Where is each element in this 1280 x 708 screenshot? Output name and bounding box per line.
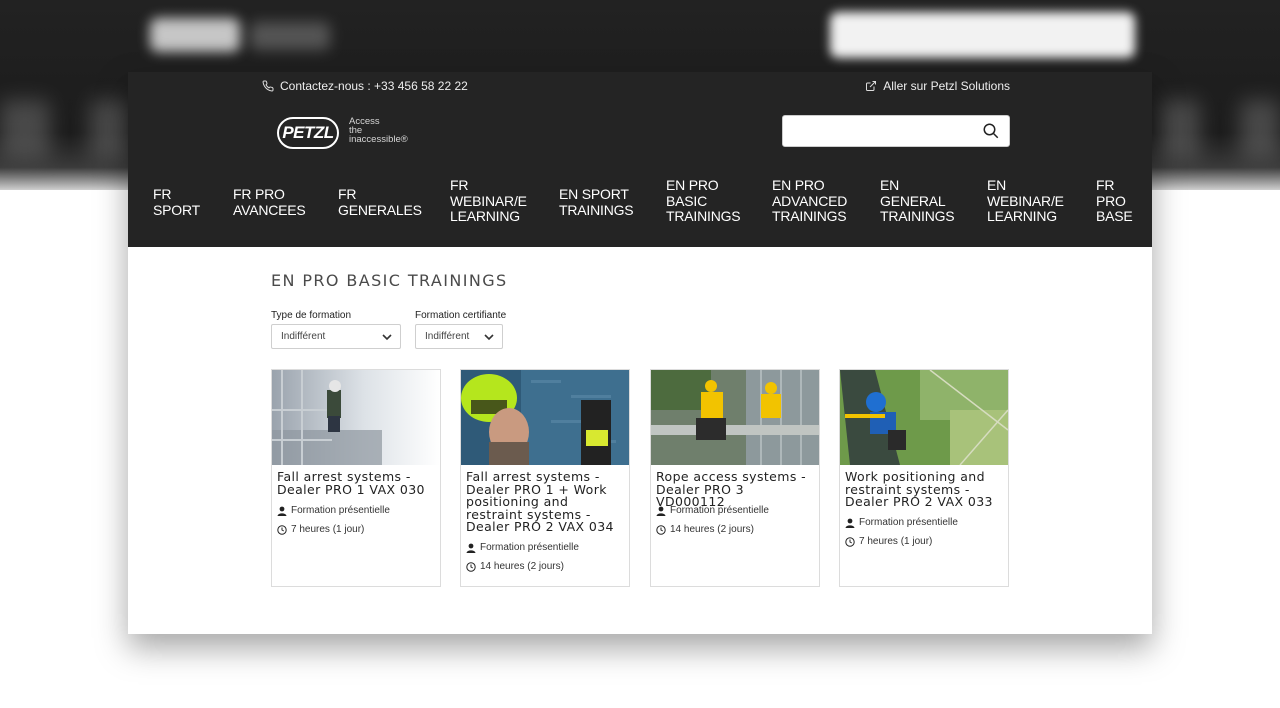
browser-panel: Contactez-nous : +33 456 58 22 22 Aller … (128, 72, 1152, 634)
training-card[interactable]: Fall arrest systems - Dealer PRO 1 + Wor… (460, 369, 630, 587)
card-duration: 7 heures (1 jour) (845, 536, 932, 547)
card-title[interactable]: Fall arrest systems - Dealer PRO 1 VAX 0… (277, 470, 437, 496)
nav-fr-pro-base[interactable]: FR PRO BASE (1096, 177, 1133, 225)
clock-icon (277, 524, 287, 535)
card-duration-text: 7 heures (1 jour) (859, 536, 933, 547)
chevron-down-icon (484, 334, 494, 341)
type-formation-select[interactable]: Indifférent (271, 324, 401, 349)
type-formation-value: Indifférent (281, 331, 326, 342)
card-duration-text: 7 heures (1 jour) (291, 524, 365, 535)
card-image[interactable] (461, 370, 629, 465)
card-duration-text: 14 heures (2 jours) (670, 524, 754, 535)
card-type: Formation présentielle (845, 517, 958, 528)
person-icon (845, 518, 855, 528)
logo-text: PETZL (282, 123, 334, 142)
card-type-text: Formation présentielle (859, 517, 958, 528)
nav-en-pro-advanced-trainings[interactable]: EN PRO ADVANCED TRAININGS (772, 177, 847, 225)
card-type-text: Formation présentielle (480, 542, 579, 553)
person-icon (656, 506, 666, 516)
training-card[interactable]: Rope access systems - Dealer PRO 3 VD000… (650, 369, 820, 587)
person-icon (277, 506, 287, 516)
card-image[interactable] (651, 370, 819, 465)
card-duration-text: 14 heures (2 jours) (480, 561, 564, 572)
blurred-nav-left (0, 100, 50, 160)
clock-icon (656, 524, 666, 535)
blurred-nav-right (1160, 100, 1200, 160)
phone-icon (262, 80, 274, 92)
blurred-nav-left-2 (90, 100, 130, 160)
blurred-logo (150, 18, 240, 52)
card-image[interactable] (272, 370, 440, 465)
card-type-text: Formation présentielle (291, 505, 390, 516)
person-icon (466, 543, 476, 553)
training-card[interactable]: Fall arrest systems - Dealer PRO 1 VAX 0… (271, 369, 441, 587)
training-card[interactable]: Work positioning and restraint systems -… (839, 369, 1009, 587)
search-bar (782, 115, 1010, 147)
page-title: EN PRO BASIC TRAININGS (271, 271, 508, 290)
blurred-tagline (250, 22, 330, 50)
petzl-solutions-link[interactable]: Aller sur Petzl Solutions (865, 79, 1010, 93)
card-duration: 14 heures (2 jours) (656, 524, 754, 535)
clock-icon (845, 536, 855, 547)
nav-en-pro-basic-trainings[interactable]: EN PRO BASIC TRAININGS (666, 177, 741, 225)
nav-fr-sport[interactable]: FR SPORT (153, 186, 200, 218)
card-title[interactable]: Work positioning and restraint systems -… (845, 470, 1005, 509)
blurred-nav-right-2 (1240, 100, 1280, 160)
card-image[interactable] (840, 370, 1008, 465)
tagline-line-3: inaccessible® (349, 134, 408, 145)
filter-label-type: Type de formation (271, 310, 352, 321)
main-nav: FR SPORT FR PRO AVANCEES FR GENERALES FR… (128, 172, 1152, 247)
card-title[interactable]: Fall arrest systems - Dealer PRO 1 + Wor… (466, 470, 626, 534)
card-type: Formation présentielle (466, 542, 579, 553)
nav-en-sport-trainings[interactable]: EN SPORT TRAININGS (559, 186, 634, 218)
card-title[interactable]: Rope access systems - Dealer PRO 3 VD000… (656, 470, 816, 509)
card-duration: 7 heures (1 jour) (277, 524, 364, 535)
card-duration: 14 heures (2 jours) (466, 561, 564, 572)
nav-fr-webinar-elearning[interactable]: FR WEBINAR/E LEARNING (450, 177, 527, 225)
logo-tagline: Access the inaccessible® (349, 117, 408, 145)
petzl-logo[interactable]: PETZL (277, 117, 339, 149)
nav-en-webinar-elearning[interactable]: EN WEBINAR/E LEARNING (987, 177, 1064, 225)
formation-certifiante-select[interactable]: Indifférent (415, 324, 503, 349)
filter-label-certifiante: Formation certifiante (415, 310, 507, 321)
formation-certifiante-value: Indifférent (425, 331, 470, 342)
contact-text: Contactez-nous : +33 456 58 22 22 (280, 79, 468, 93)
nav-fr-pro-avancees[interactable]: FR PRO AVANCEES (233, 186, 306, 218)
nav-fr-generales[interactable]: FR GENERALES (338, 186, 422, 218)
nav-en-general-trainings[interactable]: EN GENERAL TRAININGS (880, 177, 955, 225)
chevron-down-icon (382, 334, 392, 341)
search-input[interactable] (783, 116, 973, 146)
external-link-text: Aller sur Petzl Solutions (883, 79, 1010, 93)
blurred-search (830, 12, 1135, 58)
search-icon[interactable] (982, 122, 1000, 140)
card-type: Formation présentielle (277, 505, 390, 516)
clock-icon (466, 561, 476, 572)
card-type: Formation présentielle (656, 505, 769, 516)
card-type-text: Formation présentielle (670, 505, 769, 516)
external-link-icon (866, 81, 877, 91)
contact-link[interactable]: Contactez-nous : +33 456 58 22 22 (262, 79, 468, 93)
site-header: Contactez-nous : +33 456 58 22 22 Aller … (128, 72, 1152, 247)
